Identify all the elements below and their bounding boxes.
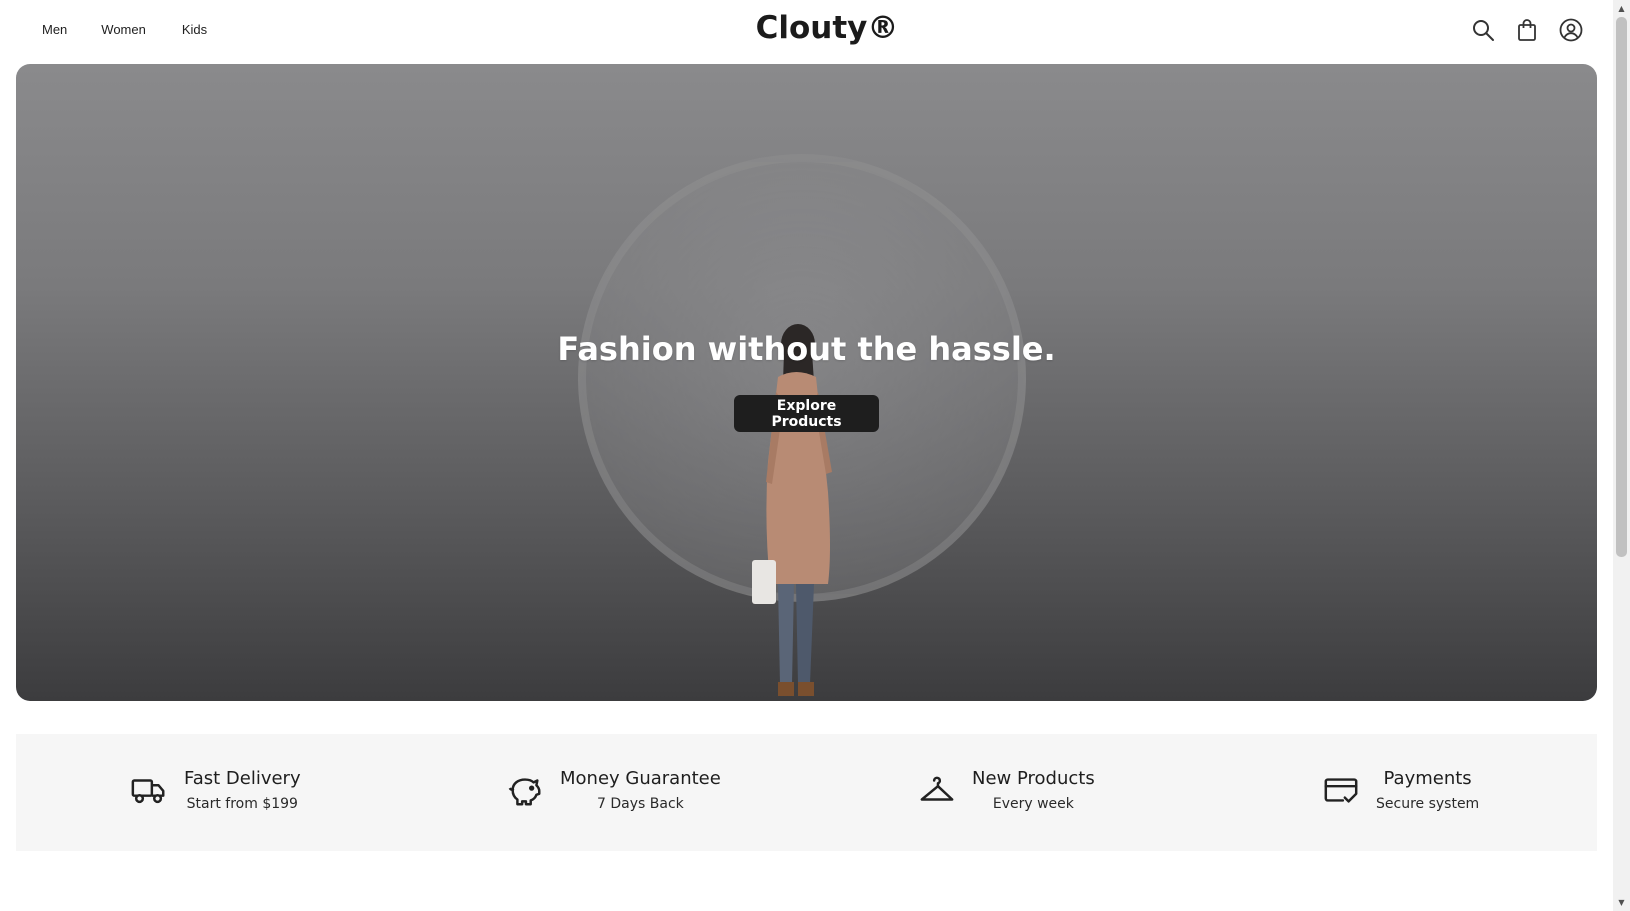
credit-card-check-icon: [1322, 771, 1360, 809]
shopping-bag-icon[interactable]: [1514, 17, 1540, 43]
feature-title: New Products: [972, 768, 1095, 789]
feature-title: Payments: [1383, 768, 1472, 789]
header-actions: [1470, 17, 1584, 43]
hero-headline: Fashion without the hassle.: [557, 330, 1056, 368]
feature-title: Fast Delivery: [184, 768, 301, 789]
hero-model-image: [752, 324, 832, 696]
feature-new-products: New Products Every week: [918, 768, 1095, 812]
feature-subtitle: Start from $199: [186, 796, 298, 812]
piggy-bank-icon: [506, 771, 544, 809]
search-icon[interactable]: [1470, 17, 1496, 43]
explore-products-button[interactable]: Explore Products: [734, 395, 879, 432]
hanger-icon: [918, 771, 956, 809]
hero-banner: Fashion without the hassle. Explore Prod…: [16, 64, 1597, 701]
site-header: Men Women Kids Clouty®: [0, 0, 1612, 64]
scroll-thumb[interactable]: [1616, 17, 1627, 557]
account-icon[interactable]: [1558, 17, 1584, 43]
scroll-down-arrow-icon[interactable]: ▼: [1613, 894, 1630, 911]
feature-money-guarantee: Money Guarantee 7 Days Back: [506, 768, 721, 812]
feature-subtitle: Secure system: [1376, 796, 1480, 812]
feature-title: Money Guarantee: [560, 768, 721, 789]
scroll-up-arrow-icon[interactable]: ▲: [1613, 0, 1630, 17]
feature-subtitle: 7 Days Back: [597, 796, 684, 812]
feature-subtitle: Every week: [992, 796, 1074, 812]
feature-fast-delivery: Fast Delivery Start from $199: [130, 768, 301, 812]
page-scrollbar[interactable]: ▲ ▼: [1613, 0, 1630, 911]
site-logo[interactable]: Clouty®: [0, 10, 1612, 46]
truck-icon: [130, 771, 168, 809]
features-strip: Fast Delivery Start from $199 Money Guar…: [16, 734, 1597, 851]
feature-payments: Payments Secure system: [1322, 768, 1479, 812]
